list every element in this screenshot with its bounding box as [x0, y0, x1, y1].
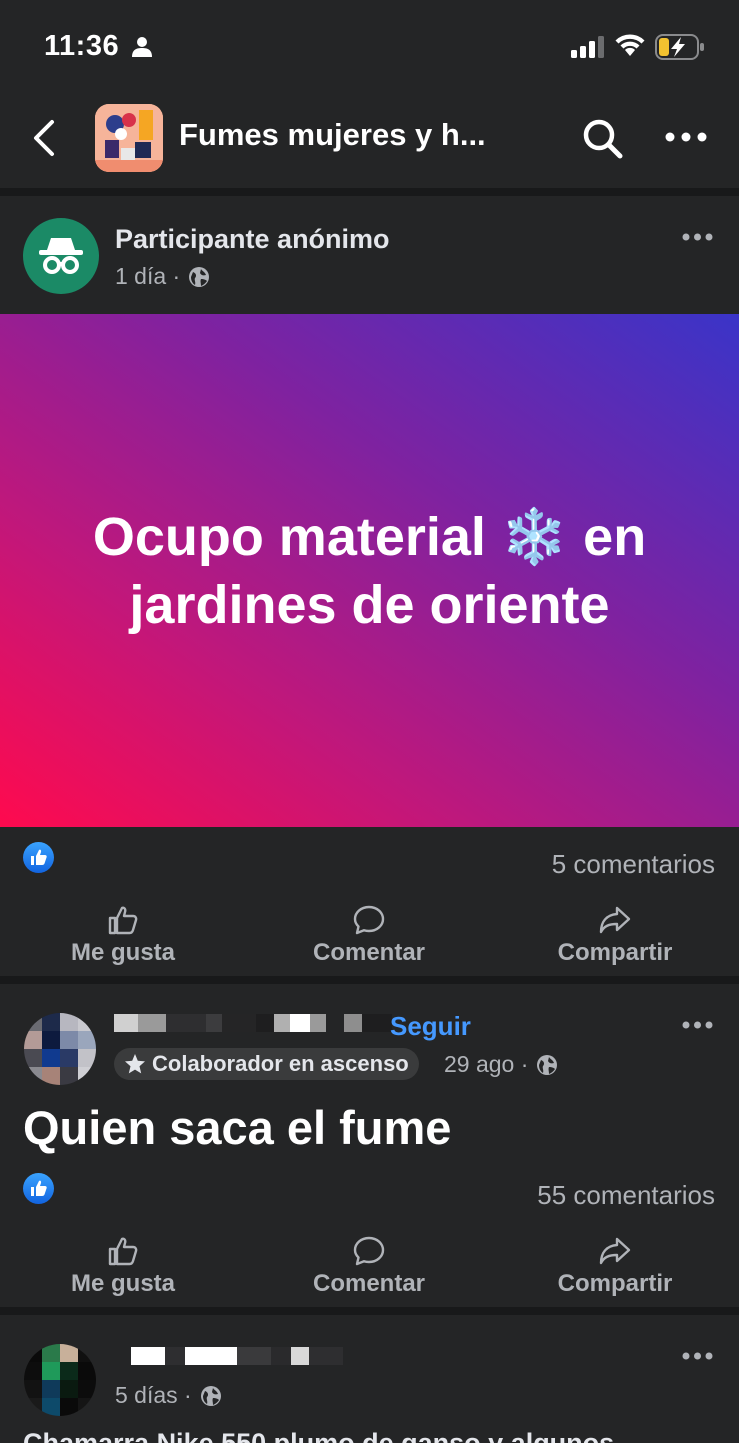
- signal-icon: [571, 36, 604, 58]
- share-icon: [599, 906, 631, 934]
- post-meta: 29 ago ·: [444, 1051, 558, 1078]
- like-reaction-icon[interactable]: [23, 842, 54, 873]
- comment-button[interactable]: Comentar: [279, 1236, 459, 1298]
- post-text: Quien saca el fume: [23, 1101, 452, 1154]
- star-icon: [125, 1054, 145, 1074]
- like-label: Me gusta: [70, 1270, 175, 1297]
- divider: [0, 976, 739, 984]
- like-button[interactable]: Me gusta: [33, 1236, 213, 1298]
- person-icon: [132, 37, 152, 57]
- anonymous-avatar[interactable]: [23, 218, 99, 294]
- author-name-redacted: [131, 1347, 343, 1365]
- share-button[interactable]: Compartir: [525, 1236, 705, 1298]
- share-icon: [599, 1237, 631, 1265]
- comment-label: Comentar: [312, 1270, 426, 1297]
- follow-button[interactable]: Seguir: [390, 1011, 471, 1042]
- thumbs-up-icon: [31, 1180, 47, 1196]
- comment-button[interactable]: Comentar: [279, 905, 459, 967]
- group-header: Fumes mujeres y h...: [0, 92, 739, 190]
- comment-label: Comentar: [312, 939, 426, 966]
- thumbs-up-outline-icon: [108, 1237, 138, 1266]
- banner-text: Ocupo material ❄️ en jardines de oriente: [92, 506, 647, 635]
- globe-icon: [200, 1385, 221, 1406]
- comment-icon: [353, 905, 385, 935]
- thumbs-up-icon: [31, 849, 47, 865]
- post-time: 29 ago ·: [444, 1051, 529, 1077]
- share-label: Compartir: [557, 1270, 673, 1297]
- post-options-icon[interactable]: [682, 1352, 713, 1360]
- post-meta: 5 días ·: [115, 1382, 222, 1409]
- post-options-icon[interactable]: [682, 1021, 713, 1029]
- post-meta: 1 día ·: [115, 263, 210, 290]
- post-time: 5 días ·: [115, 1382, 192, 1408]
- share-button[interactable]: Compartir: [525, 905, 705, 967]
- post-1-header: Participante anónimo 1 día ·: [0, 196, 739, 314]
- thumbs-up-outline-icon: [108, 906, 138, 935]
- divider: [0, 188, 739, 196]
- group-title[interactable]: Fumes mujeres y h...: [179, 117, 486, 153]
- incognito-icon: [39, 238, 83, 274]
- group-avatar-illustration: [95, 104, 163, 172]
- author-name-redacted: [114, 1014, 392, 1032]
- author-name[interactable]: Participante anónimo: [115, 224, 390, 255]
- post-time: 1 día ·: [115, 263, 181, 289]
- like-button[interactable]: Me gusta: [33, 905, 213, 967]
- back-icon[interactable]: [30, 119, 58, 157]
- search-icon[interactable]: [582, 118, 624, 160]
- author-avatar[interactable]: [24, 1344, 96, 1416]
- more-icon[interactable]: [665, 132, 707, 142]
- status-bar: 11:36: [0, 0, 739, 92]
- contributor-badge[interactable]: Colaborador en ascenso: [114, 1048, 419, 1080]
- comments-count[interactable]: 55 comentarios: [537, 1180, 715, 1211]
- globe-icon: [189, 266, 210, 287]
- like-reaction-icon[interactable]: [23, 1173, 54, 1204]
- globe-icon: [537, 1054, 558, 1075]
- battery-charging-icon: [655, 34, 704, 60]
- post-options-icon[interactable]: [682, 233, 713, 241]
- post-text: Chamarra Nike 550 plumo de ganso y algun…: [23, 1428, 615, 1443]
- wifi-icon: [615, 34, 645, 56]
- like-label: Me gusta: [70, 939, 175, 966]
- group-avatar[interactable]: [95, 104, 163, 172]
- clock: 11:36: [44, 30, 120, 62]
- comment-icon: [353, 1236, 385, 1266]
- comments-count[interactable]: 5 comentarios: [552, 849, 715, 880]
- post-1-banner[interactable]: Ocupo material ❄️ en jardines de oriente: [0, 314, 739, 827]
- divider: [0, 1307, 739, 1315]
- badge-label: Colaborador en ascenso: [152, 1051, 409, 1076]
- share-label: Compartir: [557, 939, 673, 966]
- author-avatar[interactable]: [24, 1013, 96, 1085]
